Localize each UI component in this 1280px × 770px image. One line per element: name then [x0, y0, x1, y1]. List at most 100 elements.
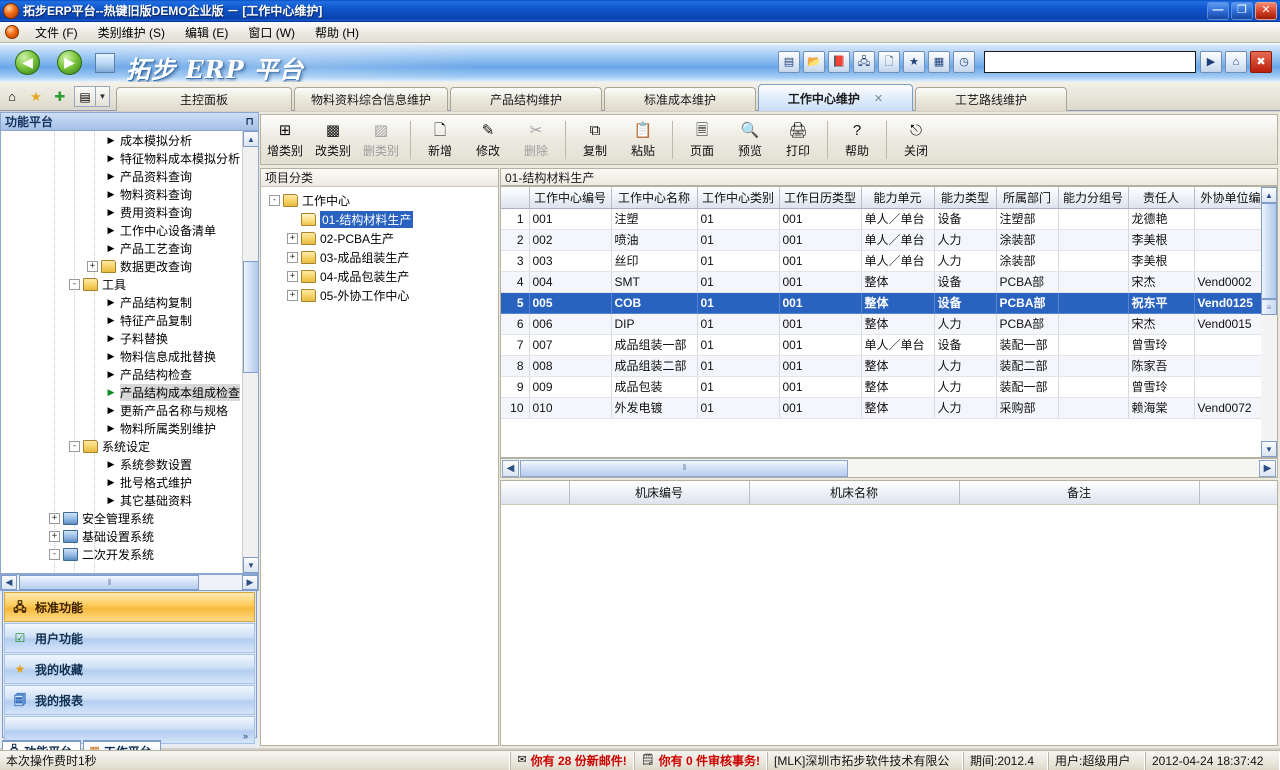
- status-audit-tasks[interactable]: 🗒 你有 0 件审核事务!: [634, 752, 767, 770]
- category-tree-item[interactable]: +05-外协工作中心: [261, 286, 498, 305]
- hscroll-track[interactable]: ⦀: [520, 460, 1258, 477]
- collapse-icon[interactable]: -: [49, 549, 60, 560]
- collapse-icon[interactable]: -: [69, 279, 80, 290]
- table-cell[interactable]: 注塑部: [996, 208, 1058, 229]
- expand-icon[interactable]: +: [287, 252, 298, 263]
- close-button[interactable]: ✕: [1255, 2, 1277, 20]
- home-button-icon[interactable]: ⌂: [1225, 51, 1247, 73]
- function-tree-item[interactable]: ▶产品结构成本组成检查: [1, 383, 243, 401]
- table-cell[interactable]: 001: [779, 397, 861, 418]
- status-new-mail[interactable]: ✉ 你有 28 份新邮件!: [510, 752, 633, 770]
- expand-icon[interactable]: +: [87, 261, 98, 272]
- table-cell[interactable]: 01: [697, 229, 779, 250]
- menu-edit[interactable]: 编辑 (E): [175, 22, 238, 43]
- table-cell[interactable]: [1058, 313, 1128, 334]
- chevron-down-icon[interactable]: ▼: [96, 86, 110, 107]
- function-tree-item[interactable]: ▶更新产品名称与规格: [1, 401, 243, 419]
- table-cell[interactable]: 祝东平: [1128, 292, 1194, 313]
- grid-spacer-header[interactable]: [501, 481, 569, 504]
- table-row[interactable]: 5005COB01001整体设备PCBA部祝东平Vend0125: [501, 292, 1278, 313]
- toolbar-paste-button[interactable]: 📋粘贴: [619, 117, 667, 162]
- toolbar-print-preview-button[interactable]: 🔍预览: [726, 117, 774, 162]
- workcenter-grid[interactable]: 工作中心编号工作中心名称工作中心类别工作日历类型能力单元能力类型所属部门能力分组…: [501, 187, 1278, 419]
- row-number-cell[interactable]: 2: [501, 229, 529, 250]
- table-cell[interactable]: 人力: [934, 397, 996, 418]
- table-cell[interactable]: [1058, 376, 1128, 397]
- table-cell[interactable]: 整体: [861, 397, 934, 418]
- tab-routing-maintenance[interactable]: 工艺路线维护: [915, 87, 1067, 111]
- minimize-button[interactable]: —: [1207, 2, 1229, 20]
- table-cell[interactable]: 001: [779, 355, 861, 376]
- table-cell[interactable]: 装配二部: [996, 355, 1058, 376]
- table-cell[interactable]: 龙德艳: [1128, 208, 1194, 229]
- table-cell[interactable]: 曾雪玲: [1128, 334, 1194, 355]
- scroll-down-icon[interactable]: ▼: [243, 557, 259, 573]
- table-cell[interactable]: 赖海棠: [1128, 397, 1194, 418]
- table-cell[interactable]: 008: [529, 355, 611, 376]
- toolbar-modify-record-button[interactable]: ✎修改: [464, 117, 512, 162]
- function-tree-item[interactable]: -系统设定: [1, 437, 243, 455]
- function-tree-item[interactable]: ▶物料信息成批替换: [1, 347, 243, 365]
- table-cell[interactable]: 喷油: [611, 229, 697, 250]
- table-cell[interactable]: 曾雪玲: [1128, 376, 1194, 397]
- table-cell[interactable]: 01: [697, 397, 779, 418]
- expand-icon[interactable]: +: [287, 233, 298, 244]
- expand-icon[interactable]: +: [287, 271, 298, 282]
- category-tree-item[interactable]: 01-结构材料生产: [261, 210, 498, 229]
- row-number-cell[interactable]: 1: [501, 208, 529, 229]
- table-cell[interactable]: 004: [529, 271, 611, 292]
- table-cell[interactable]: 01: [697, 313, 779, 334]
- table-cell[interactable]: [1058, 334, 1128, 355]
- toolbar-new-record-button[interactable]: 🗋新增: [416, 117, 464, 162]
- collapse-icon[interactable]: -: [69, 441, 80, 452]
- row-number-cell[interactable]: 9: [501, 376, 529, 397]
- menu-category-maintenance[interactable]: 类别维护 (S): [88, 22, 175, 43]
- function-tree-item[interactable]: ▶特征产品复制: [1, 311, 243, 329]
- pin-icon[interactable]: ⊓: [245, 115, 254, 128]
- notebook-icon[interactable]: 📕: [828, 51, 850, 73]
- table-cell[interactable]: [1058, 292, 1128, 313]
- table-cell[interactable]: 整体: [861, 376, 934, 397]
- nav-button-user-functions[interactable]: ☑ 用户功能: [4, 623, 255, 653]
- contacts-icon[interactable]: ▦: [928, 51, 950, 73]
- scroll-right-icon[interactable]: ▶: [1259, 460, 1276, 477]
- table-cell[interactable]: 采购部: [996, 397, 1058, 418]
- table-cell[interactable]: 设备: [934, 271, 996, 292]
- function-tree-item[interactable]: +基础设置系统: [1, 527, 243, 545]
- function-tree-item[interactable]: ▶产品工艺查询: [1, 239, 243, 257]
- table-cell[interactable]: 人力: [934, 355, 996, 376]
- table-cell[interactable]: 设备: [934, 334, 996, 355]
- tab-workcenter-maintenance[interactable]: 工作中心维护 ✕: [758, 84, 913, 111]
- table-cell[interactable]: [1058, 208, 1128, 229]
- grid-column-header[interactable]: 所属部门: [996, 187, 1058, 208]
- function-tree-item[interactable]: ▶成本模拟分析: [1, 131, 243, 149]
- table-cell[interactable]: 整体: [861, 271, 934, 292]
- back-arrow-icon[interactable]: ◀: [15, 50, 40, 75]
- function-tree[interactable]: ▶成本模拟分析▶特征物料成本模拟分析▶产品资料查询▶物料资料查询▶费用资料查询▶…: [0, 130, 259, 574]
- scroll-left-icon[interactable]: ◀: [502, 460, 519, 477]
- close-icon[interactable]: ✕: [874, 92, 883, 105]
- function-tree-item[interactable]: +数据更改查询: [1, 257, 243, 275]
- table-cell[interactable]: 宋杰: [1128, 313, 1194, 334]
- favorite-star-icon[interactable]: ★: [26, 86, 46, 106]
- grid-column-header[interactable]: 机床名称: [749, 481, 959, 504]
- function-tree-item[interactable]: ▶子料替换: [1, 329, 243, 347]
- table-cell[interactable]: 单人／单台: [861, 208, 934, 229]
- table-row[interactable]: 7007成品组装一部01001单人／单台设备装配一部曾雪玲: [501, 334, 1278, 355]
- table-row[interactable]: 4004SMT01001整体设备PCBA部宋杰Vend0002: [501, 271, 1278, 292]
- function-tree-item[interactable]: ▶产品结构检查: [1, 365, 243, 383]
- grid-column-header[interactable]: 能力类型: [934, 187, 996, 208]
- toolbar-copy-button[interactable]: ⧉复制: [571, 117, 619, 162]
- search-input[interactable]: [985, 52, 1195, 72]
- table-cell[interactable]: 人力: [934, 376, 996, 397]
- row-number-cell[interactable]: 8: [501, 355, 529, 376]
- open-folder-icon[interactable]: 📂: [803, 51, 825, 73]
- table-cell[interactable]: 001: [779, 313, 861, 334]
- menu-file[interactable]: 文件 (F): [25, 22, 88, 43]
- table-cell[interactable]: 01: [697, 208, 779, 229]
- function-tree-item[interactable]: +安全管理系统: [1, 509, 243, 527]
- grid-column-header[interactable]: 工作中心名称: [611, 187, 697, 208]
- table-cell[interactable]: 成品组装二部: [611, 355, 697, 376]
- grid-column-header[interactable]: 能力分组号: [1058, 187, 1128, 208]
- home-icon[interactable]: ⌂: [2, 86, 22, 106]
